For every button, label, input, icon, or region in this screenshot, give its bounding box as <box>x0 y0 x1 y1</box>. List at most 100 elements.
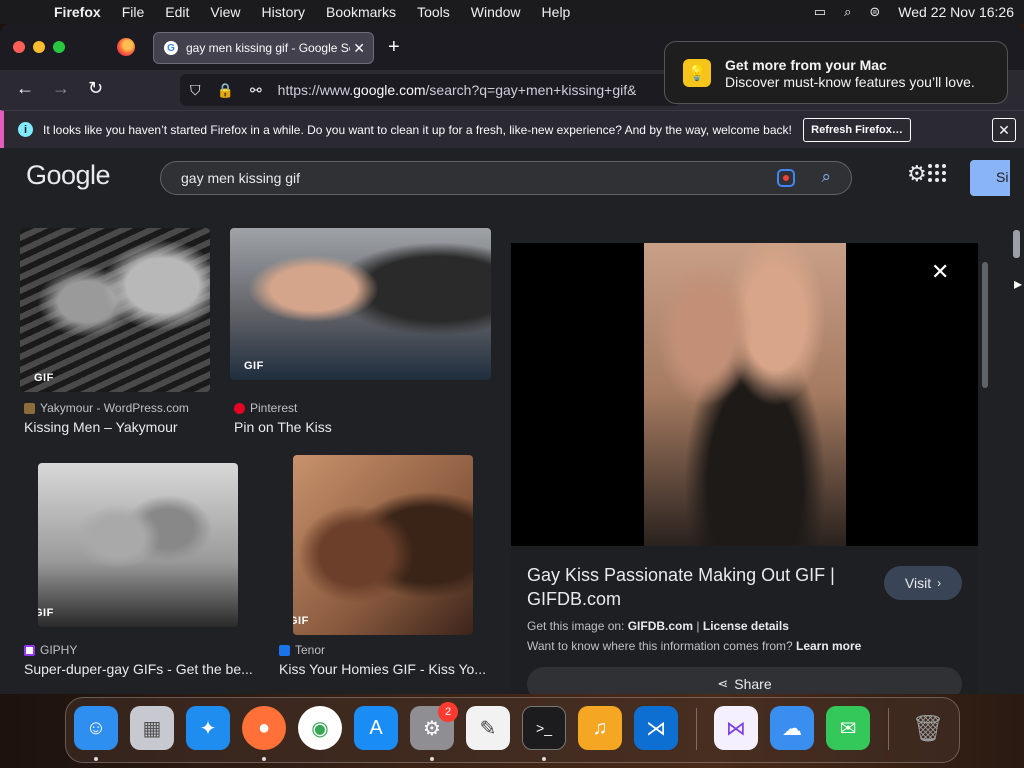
chevron-right-icon: › <box>937 576 942 590</box>
menu-view[interactable]: View <box>210 4 240 20</box>
dock-separator <box>696 708 697 750</box>
gif-badge: GIF <box>244 360 264 372</box>
gif-badge: GIF <box>293 615 309 627</box>
screen-mirroring-icon[interactable]: ▭ <box>814 4 826 20</box>
textedit-icon[interactable]: ✎ <box>466 706 510 750</box>
result-image-4[interactable]: GIF <box>293 455 473 635</box>
notification-badge: 2 <box>438 702 458 722</box>
lock-icon[interactable]: 🔒 <box>217 82 234 99</box>
dock-running-indicator <box>430 757 434 761</box>
license-details-link[interactable]: License details <box>703 619 789 633</box>
control-center-icon[interactable]: ⊜ <box>869 4 880 20</box>
url-bar[interactable]: ⛉ 🔒 ⚯ https://www.google.com/search?q=ga… <box>180 74 680 106</box>
tenor-favicon-icon <box>279 644 290 656</box>
source-site-link[interactable]: GIFDB.com <box>628 619 693 633</box>
close-infobar-icon[interactable]: ✕ <box>992 118 1016 142</box>
preview-image[interactable] <box>644 243 846 546</box>
back-arrow-icon[interactable]: ← <box>16 78 34 99</box>
safari-icon[interactable]: ✦ <box>186 706 230 750</box>
result-title-3[interactable]: Super-duper-gay GIFs - Get the be... <box>24 661 252 677</box>
notification-body: Discover must-know features you’ll love. <box>725 74 975 90</box>
firefox-icon[interactable]: ● <box>242 706 286 750</box>
vscode-icon[interactable]: ⋊ <box>634 706 678 750</box>
menu-bookmarks[interactable]: Bookmarks <box>326 4 396 20</box>
visit-button[interactable]: Visit › <box>884 566 962 600</box>
weather-icon[interactable]: ☁ <box>770 706 814 750</box>
share-button[interactable]: ⋖ Share <box>527 667 962 694</box>
sign-in-button[interactable]: Si <box>970 160 1010 196</box>
search-icon[interactable]: ⌕ <box>821 167 831 187</box>
close-window-button[interactable] <box>13 41 25 53</box>
menu-edit[interactable]: Edit <box>165 4 189 20</box>
permissions-icon[interactable]: ⚯ <box>250 82 262 99</box>
menu-bar-clock[interactable]: Wed 22 Nov 16:26 <box>898 4 1014 20</box>
close-tab-icon[interactable]: ✕ <box>353 40 365 57</box>
result-image-1[interactable]: GIF <box>20 228 210 392</box>
search-input[interactable]: gay men kissing gif ⌕ <box>160 161 852 195</box>
spotlight-search-icon[interactable]: ⌕ <box>844 4 851 20</box>
active-tab[interactable]: G gay men kissing gif - Google Se ✕ <box>153 32 374 64</box>
url-text: https://www.google.com/search?q=gay+men+… <box>277 82 637 98</box>
learn-more-link[interactable]: Learn more <box>796 639 861 653</box>
share-icon: ⋖ <box>717 676 729 691</box>
google-header: Google gay men kissing gif ⌕ ⚙ Si <box>0 148 1024 204</box>
google-lens-icon[interactable] <box>777 169 795 187</box>
app-store-icon[interactable]: A <box>354 706 398 750</box>
result-image-3[interactable]: GIF <box>38 463 238 627</box>
finder-icon[interactable]: ☺ <box>74 706 118 750</box>
menu-window[interactable]: Window <box>471 4 521 20</box>
preview-source-line: Get this image on: GIFDB.com | License d… <box>527 619 789 633</box>
close-preview-icon[interactable]: ✕ <box>931 259 949 285</box>
firefox-view-icon[interactable] <box>117 38 135 56</box>
garageband-icon[interactable]: ♫ <box>578 706 622 750</box>
result-title-1[interactable]: Kissing Men – Yakymour <box>24 419 224 435</box>
minimize-window-button[interactable] <box>33 41 45 53</box>
result-image-2[interactable]: GIF <box>230 228 491 380</box>
google-logo[interactable]: Google <box>26 160 111 191</box>
preview-title[interactable]: Gay Kiss Passionate Making Out GIF | GIF… <box>527 563 857 611</box>
result-source-label: Yakymour - WordPress.com <box>40 401 189 415</box>
gif-badge: GIF <box>34 372 54 384</box>
preview-info-line: Want to know where this information come… <box>527 639 862 653</box>
menu-bar: Firefox File Edit View History Bookmarks… <box>0 0 1024 24</box>
refresh-firefox-button[interactable]: Refresh Firefox… <box>803 118 911 142</box>
menu-tools[interactable]: Tools <box>417 4 450 20</box>
menu-file[interactable]: File <box>122 4 145 20</box>
new-tab-button[interactable]: + <box>388 36 400 59</box>
tracking-protection-shield-icon[interactable]: ⛉ <box>190 82 201 99</box>
result-title-4[interactable]: Kiss Your Homies GIF - Kiss Yo... <box>279 661 491 677</box>
giphy-favicon-icon <box>24 644 35 656</box>
chrome-icon[interactable]: ◉ <box>298 706 342 750</box>
google-favicon-icon: G <box>164 41 178 55</box>
preview-scrollbar[interactable] <box>982 262 988 388</box>
terminal-icon[interactable]: >_ <box>522 706 566 750</box>
google-apps-grid-icon[interactable] <box>928 164 946 182</box>
messages-icon[interactable]: ✉ <box>826 706 870 750</box>
result-source-2[interactable]: Pinterest <box>234 401 297 415</box>
pinterest-favicon-icon <box>234 402 245 414</box>
forward-arrow-icon[interactable]: → <box>52 78 70 99</box>
page-scrollbar[interactable] <box>1013 230 1020 258</box>
search-query-text[interactable]: gay men kissing gif <box>181 170 300 186</box>
result-source-4[interactable]: Tenor <box>279 643 325 657</box>
visit-label: Visit <box>904 575 932 591</box>
macos-notification[interactable]: 💡 Get more from your Mac Discover must-k… <box>664 41 1008 104</box>
mouse-cursor-icon: ▸ <box>1014 276 1023 293</box>
gif-badge: GIF <box>38 607 54 619</box>
trash-icon[interactable]: 🗑 <box>906 706 950 750</box>
launchpad-icon[interactable]: ▦ <box>130 706 174 750</box>
notification-title: Get more from your Mac <box>725 57 887 73</box>
result-source-3[interactable]: GIPHY <box>24 643 77 657</box>
fullscreen-window-button[interactable] <box>53 41 65 53</box>
settings-gear-icon[interactable]: ⚙ <box>907 161 927 187</box>
menu-help[interactable]: Help <box>542 4 571 20</box>
visual-studio-icon[interactable]: ⋈ <box>714 706 758 750</box>
dock-separator <box>888 708 889 750</box>
result-title-2[interactable]: Pin on The Kiss <box>234 419 484 435</box>
result-source-1[interactable]: Yakymour - WordPress.com <box>24 401 189 415</box>
share-label: Share <box>734 676 772 692</box>
menu-firefox[interactable]: Firefox <box>54 4 101 20</box>
menu-history[interactable]: History <box>261 4 305 20</box>
reload-icon[interactable]: ↻ <box>88 78 103 99</box>
tips-lightbulb-icon: 💡 <box>683 59 711 87</box>
